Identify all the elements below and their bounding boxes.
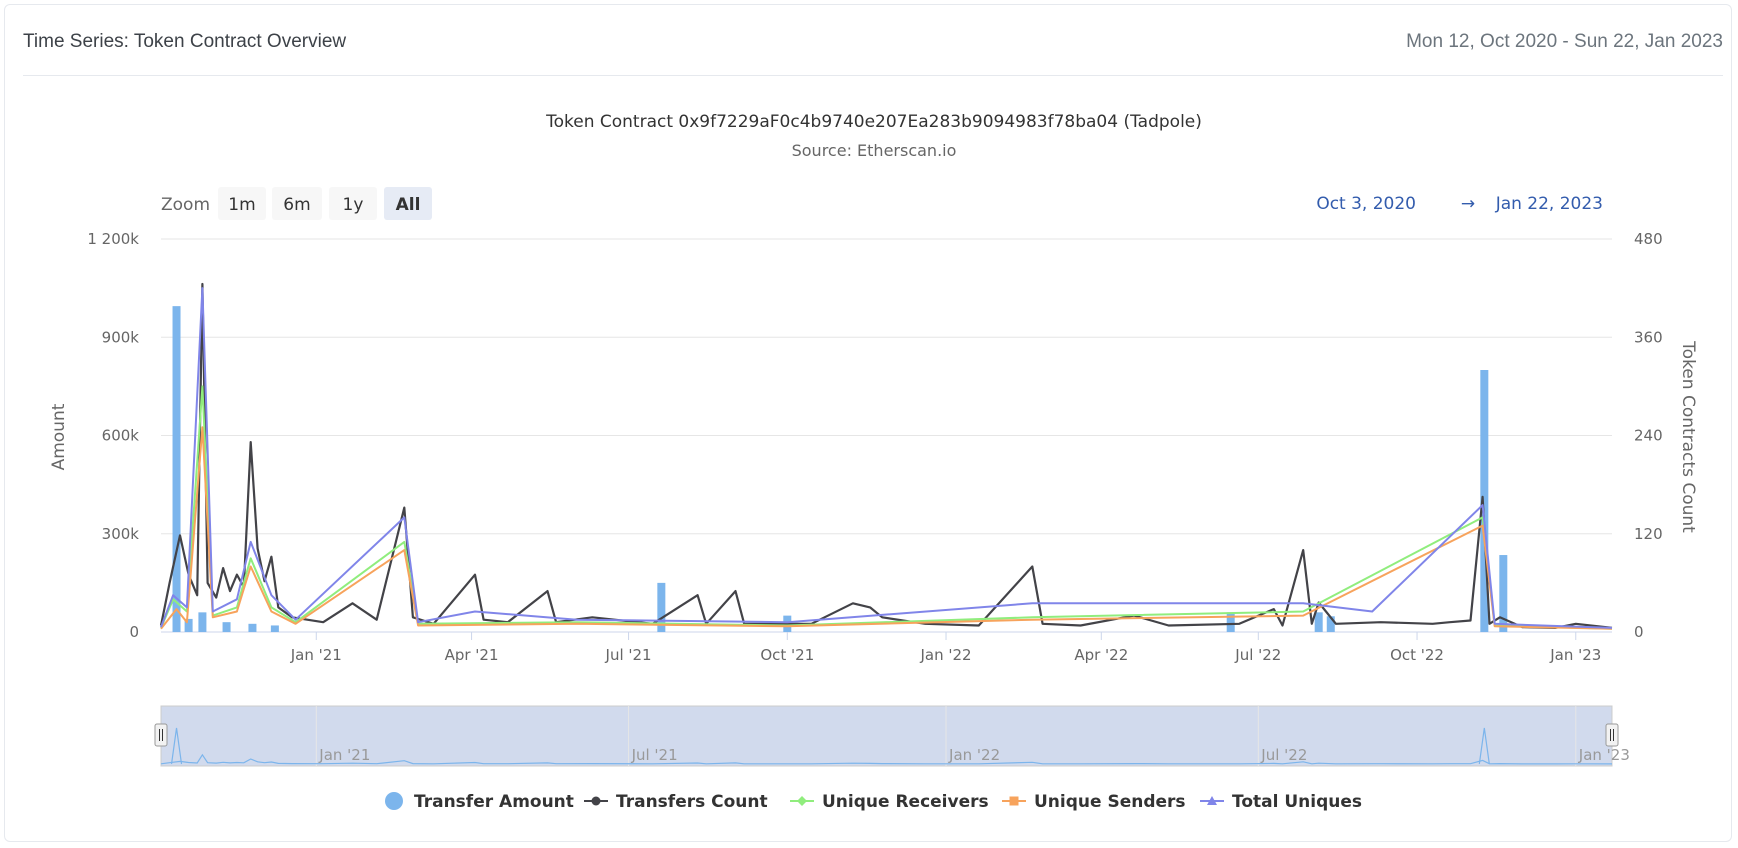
- navigator-tick-label: Jan '23: [1578, 746, 1630, 764]
- bar[interactable]: [1314, 612, 1323, 632]
- x-tick-label: Apr '21: [445, 646, 499, 664]
- handle-body: [154, 723, 168, 747]
- series-line[interactable]: [160, 287, 1613, 629]
- y-axis-left-title: Amount: [49, 403, 69, 470]
- bar[interactable]: [248, 623, 257, 632]
- zoom-button-label: All: [396, 195, 421, 215]
- plot-area[interactable]: [159, 282, 1613, 632]
- navigator-tick-label: Jan '21: [318, 746, 370, 764]
- zoom-button-1m[interactable]: 1m: [218, 187, 266, 220]
- y-right-tick-label: 480: [1634, 230, 1663, 248]
- legend-item-transfer-amount[interactable]: Transfer Amount: [385, 792, 574, 812]
- y-axis-right-title: Token Contracts Count: [1678, 340, 1698, 533]
- y-right-tick-label: 360: [1634, 328, 1663, 346]
- legend-symbol: [385, 792, 403, 810]
- y-axis-right-ticks: 0 120 240 360 480: [1634, 230, 1663, 641]
- grid: [161, 238, 1612, 633]
- legend-marker: [591, 796, 601, 806]
- zoom-button-label: 1y: [343, 195, 364, 215]
- y-left-tick-label: 1 200k: [87, 230, 139, 248]
- x-tick-label: Jan '23: [1549, 646, 1601, 664]
- y-axis-left-ticks: 0 300k 600k 900k 1 200k: [87, 230, 139, 641]
- zoom-button-all[interactable]: All: [384, 187, 432, 220]
- zoom-buttons: 1m 6m 1y All: [218, 187, 432, 220]
- legend-marker: [1009, 796, 1019, 806]
- range-to-date[interactable]: Jan 22, 2023: [1495, 194, 1603, 214]
- navigator-tick-label: Jul '22: [1260, 746, 1307, 764]
- bar[interactable]: [270, 625, 279, 632]
- chart-subtitle: Source: Etherscan.io: [792, 141, 957, 160]
- navigator-tick-label: Jul '21: [631, 746, 678, 764]
- zoom-button-label: 6m: [283, 195, 310, 215]
- zoom-button-6m[interactable]: 6m: [272, 187, 322, 220]
- x-tick-label: Apr '22: [1074, 646, 1128, 664]
- y-right-tick-label: 240: [1634, 427, 1663, 445]
- x-tick-label: Jan '22: [919, 646, 971, 664]
- x-tick-label: Jul '22: [1234, 646, 1281, 664]
- series-total-uniques[interactable]: [160, 287, 1613, 629]
- series-unique-senders[interactable]: [160, 426, 1613, 630]
- legend-label: Unique Receivers: [822, 792, 989, 812]
- legend: Transfer Amount Transfers Count Unique Rec…: [385, 792, 1362, 812]
- series-line[interactable]: [160, 385, 1613, 630]
- zoom-button-1y[interactable]: 1y: [329, 187, 377, 220]
- bar[interactable]: [1226, 612, 1235, 632]
- legend-item-unique-senders[interactable]: Unique Senders: [1002, 792, 1186, 812]
- legend-marker: [797, 796, 807, 806]
- y-left-tick-label: 300k: [102, 525, 140, 543]
- y-left-tick-label: 0: [129, 623, 139, 641]
- legend-item-unique-receivers[interactable]: Unique Receivers: [790, 792, 989, 812]
- bar[interactable]: [198, 612, 207, 632]
- series-line[interactable]: [159, 282, 1613, 629]
- navigator[interactable]: Jan '21 Jul '21 Jan '22 Jul '22 Jan '23: [154, 705, 1630, 767]
- chart-title: Token Contract 0x9f7229aF0c4b9740e207Ea2…: [545, 112, 1202, 132]
- y-left-tick-label: 600k: [102, 427, 140, 445]
- bar[interactable]: [172, 306, 181, 632]
- y-right-tick-label: 120: [1634, 525, 1663, 543]
- x-tick-label: Jul '21: [605, 646, 652, 664]
- navigator-mask[interactable]: [161, 706, 1612, 766]
- range-arrow: →: [1461, 194, 1475, 214]
- navigator-handle-left[interactable]: [154, 723, 168, 747]
- navigator-handle-right[interactable]: [1605, 723, 1619, 747]
- x-axis-ticks: Jan '21 Apr '21 Jul '21 Oct '21 Jan '22 Apr '…: [290, 632, 1601, 664]
- legend-label: Unique Senders: [1034, 792, 1186, 812]
- legend-label: Transfer Amount: [414, 792, 574, 812]
- zoom-label: Zoom: [161, 195, 210, 215]
- x-tick-label: Oct '21: [760, 646, 814, 664]
- legend-label: Total Uniques: [1232, 792, 1362, 812]
- range-from-date[interactable]: Oct 3, 2020: [1316, 194, 1416, 214]
- y-left-tick-label: 900k: [102, 328, 140, 346]
- zoom-button-label: 1m: [228, 195, 255, 215]
- bar[interactable]: [222, 622, 231, 632]
- chart-svg[interactable]: Token Contract 0x9f7229aF0c4b9740e207Ea2…: [0, 0, 1738, 848]
- handle-body: [1605, 723, 1619, 747]
- y-right-tick-label: 0: [1634, 623, 1644, 641]
- x-tick-label: Oct '22: [1390, 646, 1444, 664]
- series-transfers-count[interactable]: [159, 282, 1613, 629]
- legend-item-transfers-count[interactable]: Transfers Count: [584, 792, 768, 812]
- x-tick-label: Jan '21: [290, 646, 342, 664]
- series-line[interactable]: [160, 426, 1613, 630]
- series-unique-receivers[interactable]: [160, 385, 1613, 630]
- legend-item-total-uniques[interactable]: Total Uniques: [1200, 792, 1362, 812]
- legend-label: Transfers Count: [616, 792, 768, 812]
- navigator-tick-label: Jan '22: [948, 746, 1000, 764]
